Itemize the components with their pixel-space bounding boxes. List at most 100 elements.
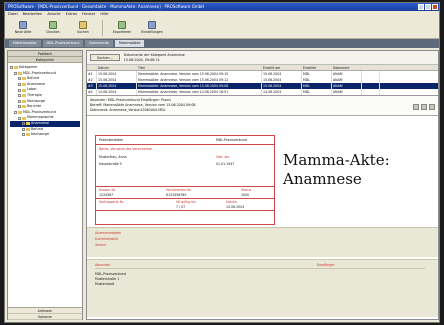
form-label: VK gültig bis <box>176 200 196 204</box>
form-label: Datum <box>226 200 237 204</box>
column-header[interactable]: Titel <box>137 65 262 70</box>
settings-icon <box>148 21 156 29</box>
zoom-icon[interactable] <box>429 104 435 110</box>
window-title: PROSoftware · [MDL-Praxisverbund · Gesam… <box>8 4 205 9</box>
column-header[interactable]: Ersteller <box>302 65 332 70</box>
close-icon[interactable] <box>432 4 438 10</box>
section-label: Anamnesedaten <box>95 231 122 235</box>
menu-item[interactable]: Ansicht <box>47 11 60 17</box>
toolbar-button[interactable]: Suchen <box>69 19 97 37</box>
table-row[interactable]: #4 14.06.2004 MammaAkte: Anamnese, Version… <box>87 89 438 95</box>
folder-icon <box>22 88 26 92</box>
search-bar: Suchen... Dokumente der Kategorie Anamne… <box>87 51 438 65</box>
folder-icon <box>22 116 26 120</box>
expand-icon[interactable] <box>18 94 21 98</box>
column-header[interactable]: Dokument <box>332 65 362 70</box>
search-icon <box>79 21 87 29</box>
menu-item[interactable]: Bearbeiten <box>23 11 43 17</box>
column-header <box>362 65 380 70</box>
form-label: Versicherten-Nr. <box>166 188 192 192</box>
print-icon[interactable] <box>413 104 419 110</box>
sender-name: MDL-Praxisverbund <box>95 272 126 276</box>
expand-icon[interactable] <box>10 66 13 70</box>
form-label: MDL-Praxisverbund <box>216 138 247 142</box>
document-info: Absender: MDL-Praxisverbund Empfänger: P… <box>87 96 438 116</box>
table-cell <box>362 89 380 95</box>
toolbar: Neue Akte Drucken Suchen Exportieren Einstel… <box>5 17 439 39</box>
tree-item[interactable]: Nachsorge <box>10 132 80 138</box>
application-window: PROSoftware · [MDL-Praxisverbund · Gesam… <box>4 2 440 323</box>
toolbar-button[interactable]: Einstellungen <box>138 19 166 37</box>
table-cell: MammaAkte: Anamnese, Version vom 14.06.2… <box>137 89 262 95</box>
expand-icon[interactable] <box>18 116 21 120</box>
tab[interactable]: Patientenakte <box>9 40 41 47</box>
folder-icon <box>22 105 26 109</box>
menu-item[interactable]: Extras <box>66 11 77 17</box>
folder-icon <box>14 66 18 70</box>
expand-icon[interactable] <box>18 77 21 81</box>
form-value: K123456789 <box>166 193 187 197</box>
form-value: 1000 <box>241 193 250 197</box>
folder-icon <box>18 71 22 75</box>
expand-icon[interactable] <box>18 88 21 92</box>
expand-icon[interactable] <box>18 105 21 109</box>
minimize-icon[interactable] <box>418 4 424 10</box>
table-cell: 14.06.2004 <box>97 89 137 95</box>
address-section: Absender Empfänger MDL-Praxisverbund Mus… <box>87 259 438 317</box>
menu-item[interactable]: Hilfe <box>100 11 108 17</box>
toolbar-button[interactable]: Drucken <box>39 19 67 37</box>
column-header[interactable]: Datum <box>97 65 137 70</box>
toolbar-button[interactable]: Exportieren <box>108 19 136 37</box>
tab[interactable]: MDL-Praxisverbund <box>42 40 84 47</box>
info-document[interactable]: Dokument: Anamnese_Version15062004.MDL <box>90 108 435 113</box>
category-tree: Kategorien MDL-Praxisverbund Befund Anamnes… <box>8 63 82 140</box>
expand-icon[interactable] <box>14 71 17 75</box>
toolbar-button-label: Neue Akte <box>14 30 32 34</box>
section-label: Krankheitsbild <box>95 237 118 241</box>
tree-item-label: Nachsorge <box>31 132 50 137</box>
toolbar-button-label: Suchen <box>77 30 89 34</box>
sidebar: Postfach Kategorien Kategorien MDL-Praxis… <box>7 50 83 320</box>
table-cell: 14.06.2004 <box>262 89 302 95</box>
toolbar-button[interactable]: Neue Akte <box>9 19 37 37</box>
tab[interactable]: MammaAkte <box>115 40 145 47</box>
save-icon[interactable] <box>421 104 427 110</box>
maximize-icon[interactable] <box>425 4 431 10</box>
form-value: Musterfrau, Anna <box>99 155 127 159</box>
expand-icon[interactable] <box>22 133 25 137</box>
folder-icon <box>26 133 30 137</box>
table-cell: MDL <box>302 89 332 95</box>
expand-icon[interactable] <box>22 127 25 131</box>
title-bar: PROSoftware · [MDL-Praxisverbund · Gesam… <box>5 3 439 11</box>
expand-icon[interactable] <box>14 111 17 115</box>
printer-icon <box>49 21 57 29</box>
folder-icon <box>26 127 30 131</box>
column-header[interactable] <box>87 65 97 70</box>
recipient-label: Empfänger <box>317 263 335 267</box>
menu-item[interactable]: Fenster <box>82 11 95 17</box>
form-value: Hauptstraße 5 <box>99 162 122 166</box>
expand-icon[interactable] <box>18 83 21 87</box>
toolbar-button-label: Exportieren <box>112 30 132 34</box>
anamnesis-section: Anamnesedaten Krankheitsbild Verlauf <box>87 227 438 257</box>
sidebar-footer-optionen[interactable]: Optionen <box>8 314 82 320</box>
expand-icon[interactable] <box>18 99 21 103</box>
expand-icon[interactable] <box>22 122 25 126</box>
form-label: Vertragsarzt-Nr. <box>99 200 125 204</box>
table-cell: ANAM <box>332 89 362 95</box>
form-value: 7 / 07 <box>176 205 186 209</box>
document-viewer: Patientendaten MDL-Praxisverbund Name, V… <box>87 131 438 319</box>
folder-icon <box>22 94 26 98</box>
menu-item[interactable]: Datei <box>8 11 18 17</box>
toolbar-button-label: Drucken <box>46 30 60 34</box>
form-value: 1234567 <box>99 193 114 197</box>
column-header[interactable]: Erstellt am <box>262 65 302 70</box>
sidebar-footer: Adressen Optionen <box>8 307 82 320</box>
form-label: Name, Vorname des Versicherten <box>99 147 153 151</box>
search-button[interactable]: Suchen... <box>90 54 120 61</box>
tab[interactable]: Dokumente <box>85 40 114 47</box>
folder-icon <box>26 122 30 126</box>
form-label: Geb. am <box>216 155 230 159</box>
form-label: Patientendaten <box>99 138 124 142</box>
document-title-line: Anamnese <box>283 170 362 188</box>
